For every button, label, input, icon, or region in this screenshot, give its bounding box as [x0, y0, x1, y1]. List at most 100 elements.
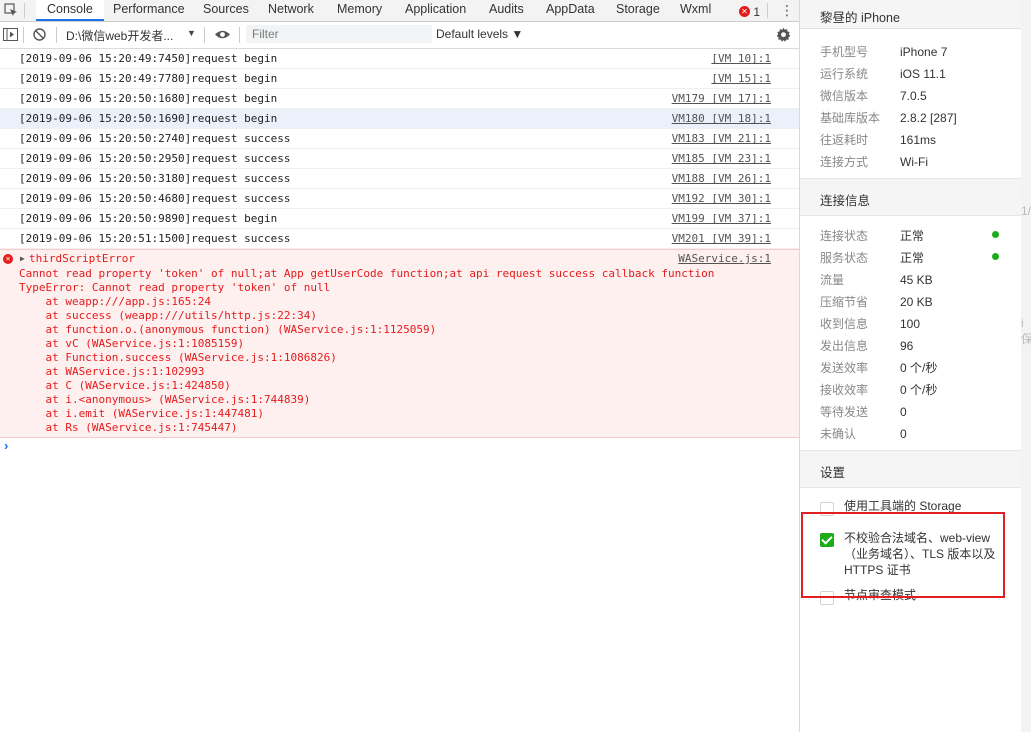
log-source-link[interactable]: VM199 [VM 37]:1 — [672, 209, 771, 228]
node-inspect-option-label: 节点审查模式 — [844, 588, 917, 602]
log-message: [2019-09-06 15:20:50:1680]request begin — [19, 92, 278, 105]
log-message: [2019-09-06 15:20:50:9890]request begin — [19, 212, 278, 225]
more-menu-icon[interactable]: ⋮ — [780, 1, 794, 19]
tabbar-divider — [24, 3, 25, 18]
log-source-link[interactable]: VM183 [VM 21]:1 — [672, 129, 771, 148]
info-row: 连接方式 Wi-Fi — [820, 155, 928, 169]
info-row: 未确认 0 — [820, 427, 907, 441]
info-row: 服务状态 正常 — [820, 251, 925, 265]
log-row: [2019-09-06 15:20:50:3180]request succes… — [0, 169, 799, 189]
stack-frame: at Rs (WAService.js:1:745447) — [19, 421, 238, 434]
error-title[interactable]: thirdScriptError — [29, 252, 135, 265]
log-row: [2019-09-06 15:20:50:2950]request succes… — [0, 149, 799, 169]
eye-icon[interactable] — [214, 29, 231, 40]
info-row: 手机型号 iPhone 7 — [820, 45, 948, 59]
status-ok-dot — [992, 231, 999, 238]
error-count-badge[interactable]: ✕ 1 — [739, 4, 760, 19]
tab-memory[interactable]: Memory — [337, 0, 382, 21]
stack-frame: at vC (WAService.js:1:1085159) — [19, 337, 245, 350]
tab-application[interactable]: Application — [405, 0, 466, 21]
tab-storage[interactable]: Storage — [616, 0, 660, 21]
log-row: [2019-09-06 15:20:50:2740]request succes… — [0, 129, 799, 149]
gear-icon[interactable] — [776, 27, 791, 42]
status-ok-dot — [992, 253, 999, 260]
error-source-link[interactable]: WAService.js:1 — [678, 252, 771, 265]
log-source-link[interactable]: VM201 [VM 39]:1 — [672, 229, 771, 248]
stack-frame: at C (WAService.js:1:424850) — [19, 379, 231, 392]
log-source-link[interactable]: VM185 [VM 23]:1 — [672, 149, 771, 168]
info-row: 收到信息 100 — [820, 317, 921, 331]
node-inspect-checkbox[interactable] — [820, 591, 834, 605]
log-message: [2019-09-06 15:20:50:1690]request begin — [19, 112, 278, 125]
log-message: [2019-09-06 15:20:51:1500]request succes… — [19, 232, 291, 245]
storage-checkbox[interactable] — [820, 502, 834, 516]
log-row: [2019-09-06 15:20:49:7780]request begin [… — [0, 69, 799, 89]
inspect-element-icon[interactable] — [4, 3, 18, 17]
remote-debug-panel: 黎昼的 iPhone 手机型号 iPhone 7 运行系统 iOS 11.1 微信版… — [799, 0, 1022, 732]
log-levels-dropdown[interactable]: Default levels ▼ — [436, 27, 523, 41]
log-source-link[interactable]: [VM 10]:1 — [711, 49, 771, 68]
tab-console[interactable]: Console — [36, 0, 104, 21]
error-count: 1 — [753, 4, 761, 19]
info-row: 基础库版本 2.8.2 [287] — [820, 111, 957, 125]
log-row: [2019-09-06 15:20:50:4680]request succes… — [0, 189, 799, 209]
tab-network[interactable]: Network — [268, 0, 314, 21]
log-row: [2019-09-06 15:20:50:9890]request begin V… — [0, 209, 799, 229]
devtools-panel: Console Performance Sources Network Memo… — [0, 0, 799, 732]
error-message-block: ✕ ▶ thirdScriptError WAService.js:1 Cann… — [0, 249, 799, 438]
tab-audits[interactable]: Audits — [489, 0, 524, 21]
stack-frame-link[interactable]: at success (weapp:///utils/http.js:22:34… — [19, 309, 317, 323]
expand-triangle-icon[interactable]: ▶ — [20, 254, 25, 263]
section-title: 连接信息 — [820, 194, 871, 208]
error-line: TypeError: Cannot read property 'token' … — [19, 281, 331, 294]
tab-performance[interactable]: Performance — [113, 0, 185, 21]
info-row: 连接状态 正常 — [820, 229, 925, 243]
error-icon: ✕ — [739, 6, 750, 18]
info-row: 压缩节省 20 KB — [820, 295, 933, 309]
skip-domain-check-checkbox[interactable] — [820, 533, 834, 547]
toolbar-divider — [239, 27, 240, 43]
stack-frame-link[interactable]: at weapp:///app.js:165:24 — [19, 295, 211, 309]
log-row-selected: [2019-09-06 15:20:50:1690]request begin V… — [0, 109, 799, 129]
section-settings-header: 设置 — [800, 450, 1022, 488]
stack-frame: at i.emit (WAService.js:1:447481) — [19, 407, 265, 420]
clipped-text: i保 — [1021, 316, 1031, 346]
log-source-link[interactable]: VM188 [VM 26]:1 — [672, 169, 771, 188]
context-selector[interactable]: D:\微信web开发者... — [66, 27, 173, 44]
log-row: [2019-09-06 15:20:49:7450]request begin [… — [0, 49, 799, 69]
log-row: [2019-09-06 15:20:51:1500]request succes… — [0, 229, 799, 249]
tab-wxml[interactable]: Wxml — [680, 0, 711, 21]
log-message: [2019-09-06 15:20:49:7450]request begin — [19, 52, 278, 65]
console-toolbar: D:\微信web开发者... ▼ Default levels ▼ — [0, 22, 799, 49]
device-header: 黎昼的 iPhone — [800, 0, 1022, 29]
chevron-down-icon[interactable]: ▼ — [187, 28, 196, 38]
info-row: 接收效率 0 个/秒 — [820, 383, 938, 397]
device-title: 黎昼的 iPhone — [820, 11, 900, 25]
toolbar-divider — [23, 27, 24, 43]
stack-frame: at i.<anonymous> (WAService.js:1:744839) — [19, 393, 311, 406]
background-window-edge: 1/ i保 — [1021, 0, 1031, 732]
info-row: 等待发送 0 — [820, 405, 907, 419]
tab-appdata[interactable]: AppData — [546, 0, 595, 21]
sidebar-toggle-icon[interactable] — [3, 28, 18, 41]
toolbar-divider — [56, 27, 57, 43]
info-row: 发送效率 0 个/秒 — [820, 361, 938, 375]
tab-sources[interactable]: Sources — [203, 0, 249, 21]
log-row: [2019-09-06 15:20:50:1680]request begin V… — [0, 89, 799, 109]
tabbar-divider — [767, 3, 768, 18]
log-message: [2019-09-06 15:20:50:4680]request succes… — [19, 192, 291, 205]
info-row: 运行系统 iOS 11.1 — [820, 67, 946, 81]
log-source-link[interactable]: VM179 [VM 17]:1 — [672, 89, 771, 108]
error-line: Cannot read property 'token' of null;at … — [19, 267, 715, 280]
log-source-link[interactable]: VM180 [VM 18]:1 — [672, 109, 771, 128]
filter-input[interactable] — [246, 25, 432, 43]
storage-option-label: 使用工具端的 Storage — [844, 499, 962, 513]
log-message: [2019-09-06 15:20:50:2740]request succes… — [19, 132, 291, 145]
info-row: 微信版本 7.0.5 — [820, 89, 927, 103]
clear-console-icon[interactable] — [33, 28, 46, 41]
log-source-link[interactable]: VM192 [VM 30]:1 — [672, 189, 771, 208]
console-prompt[interactable]: › — [4, 438, 8, 453]
info-row: 发出信息 96 — [820, 339, 914, 353]
devtools-tabbar: Console Performance Sources Network Memo… — [0, 0, 799, 22]
log-source-link[interactable]: [VM 15]:1 — [711, 69, 771, 88]
